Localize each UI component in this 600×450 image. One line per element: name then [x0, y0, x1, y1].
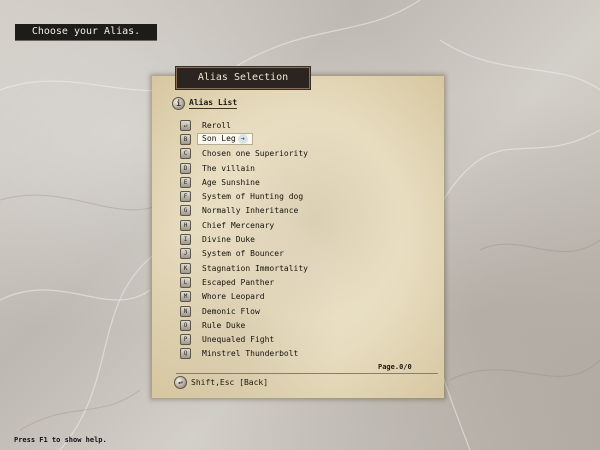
help-hint: Press F1 to show help. — [14, 436, 107, 444]
alias-prompt-banner: Choose your Alias. — [15, 24, 157, 41]
orb-icon: ↩ — [174, 376, 187, 389]
alias-item-chosen-one-superiority[interactable]: C Chosen one Superiority — [180, 147, 308, 161]
alias-label: Divine Duke — [202, 235, 255, 245]
back-hint-label: Shift,Esc [Back] — [191, 378, 269, 387]
alias-item-unequaled-fight[interactable]: P Unequaled Fight — [180, 332, 308, 346]
alias-label: Demonic Flow — [202, 306, 260, 316]
alias-item-system-of-bouncer[interactable]: J System of Bouncer — [180, 247, 308, 261]
alias-item-normally-inheritance[interactable]: G Normally Inheritance — [180, 204, 308, 218]
alias-label: Rule Duke — [202, 320, 246, 330]
alias-item-whore-leopard[interactable]: M Whore Leopard — [180, 290, 308, 304]
alias-label: Minstrel Thunderbolt — [202, 349, 299, 359]
footer-divider — [176, 373, 438, 374]
alias-label: Age Sunshine — [202, 177, 260, 187]
key-icon: L — [180, 276, 191, 288]
key-icon: Q — [180, 348, 191, 360]
key-icon: D — [180, 162, 191, 174]
alias-item-escaped-panther[interactable]: L Escaped Panther — [180, 275, 308, 289]
alias-item-chief-mercenary[interactable]: H Chief Mercenary — [180, 218, 308, 232]
key-icon: ↵ — [180, 119, 191, 131]
alias-label: Stagnation Immortality — [202, 263, 308, 273]
alias-label: Normally Inheritance — [202, 206, 299, 216]
key-icon: E — [180, 176, 191, 188]
key-icon: O — [180, 319, 191, 331]
alias-item-minstrel-thunderbolt[interactable]: Q Minstrel Thunderbolt — [180, 347, 308, 361]
list-header-label: Alias List — [189, 97, 238, 109]
panel-title: Alias Selection — [176, 67, 310, 89]
alias-label: The villain — [202, 163, 255, 173]
alias-label: Reroll — [202, 120, 231, 130]
orb-icon: i — [172, 96, 185, 110]
alias-item-reroll[interactable]: ↵ Reroll — [180, 118, 308, 132]
alias-label: Chief Mercenary — [202, 220, 275, 230]
alias-label: Chosen one Superiority — [202, 149, 308, 159]
alias-item-rule-duke[interactable]: O Rule Duke — [180, 318, 308, 332]
key-icon: K — [180, 262, 191, 274]
key-icon: I — [180, 234, 191, 246]
alias-item-system-of-hunting-dog[interactable]: F System of Hunting dog — [180, 189, 308, 203]
key-icon: J — [180, 248, 191, 260]
page-indicator: Page.0/0 — [378, 363, 412, 371]
alias-item-the-villain[interactable]: D The villain — [180, 161, 308, 175]
alias-item-stagnation-immortality[interactable]: K Stagnation Immortality — [180, 261, 308, 275]
key-icon: P — [180, 334, 191, 346]
list-header: i Alias List — [172, 96, 238, 110]
alias-label: Unequaled Fight — [202, 335, 275, 345]
selection-cursor-icon: ➜ — [237, 134, 248, 145]
alias-label: System of Bouncer — [202, 249, 284, 259]
alias-list: ↵ Reroll B Son Leg ➜ C Chosen one Superiorit… — [180, 118, 308, 361]
key-icon: N — [180, 305, 191, 317]
key-icon: B — [180, 133, 191, 145]
key-icon: M — [180, 291, 191, 303]
alias-label: Escaped Panther — [202, 277, 275, 287]
alias-label: Whore Leopard — [202, 292, 265, 302]
key-icon: H — [180, 219, 191, 231]
key-icon: C — [180, 148, 191, 160]
alias-item-divine-duke[interactable]: I Divine Duke — [180, 232, 308, 246]
alias-label: System of Hunting dog — [202, 192, 304, 202]
alias-item-age-sunshine[interactable]: E Age Sunshine — [180, 175, 308, 189]
alias-item-son-leg[interactable]: B Son Leg ➜ — [180, 132, 308, 146]
alias-item-demonic-flow[interactable]: N Demonic Flow — [180, 304, 308, 318]
key-icon: F — [180, 191, 191, 203]
key-icon: G — [180, 205, 191, 217]
back-hint[interactable]: ↩ Shift,Esc [Back] — [174, 376, 268, 389]
alias-label: Son Leg ➜ — [197, 133, 253, 146]
